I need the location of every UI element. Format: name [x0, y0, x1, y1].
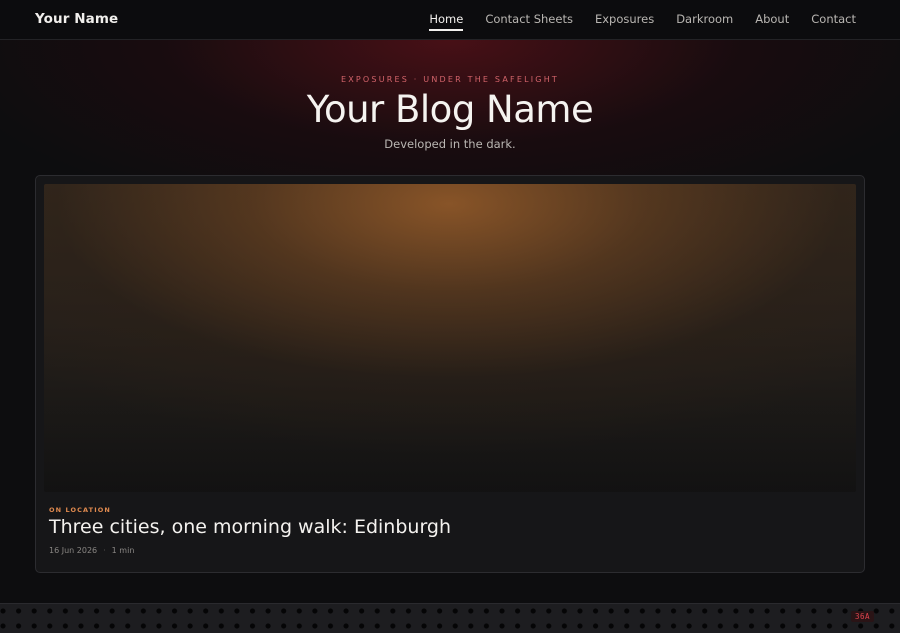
nav-item-contact[interactable]: Contact	[811, 12, 856, 26]
post-cover-image[interactable]	[44, 184, 856, 492]
site-brand[interactable]: Your Name	[35, 11, 118, 27]
frame-code-badge: 36A	[850, 611, 874, 622]
hero-eyebrow: EXPOSURES · UNDER THE SAFELIGHT	[340, 75, 560, 84]
film-perforations-top	[0, 608, 900, 614]
main-nav: Home Contact Sheets Exposures Darkroom A…	[407, 12, 856, 31]
post-date: 16 Jun 2026	[49, 546, 98, 555]
site-header: Your Name Home Contact Sheets Exposures …	[0, 0, 900, 40]
post-title[interactable]: Three cities, one morning walk: Edinburg…	[49, 516, 451, 538]
post-category[interactable]: ON LOCATION	[49, 506, 111, 514]
blog-title: Your Blog Name	[306, 88, 594, 131]
blog-tagline: Developed in the dark.	[384, 137, 516, 151]
nav-item-darkroom[interactable]: Darkroom	[676, 12, 733, 26]
film-perforations-bottom	[0, 623, 900, 629]
nav-item-about[interactable]: About	[755, 12, 789, 26]
meta-separator: ·	[103, 546, 106, 555]
page: Your Name Home Contact Sheets Exposures …	[0, 0, 900, 633]
post-read-time: 1 min	[111, 546, 135, 555]
featured-post-card[interactable]: ON LOCATION Three cities, one morning wa…	[35, 175, 865, 573]
nav-item-home[interactable]: Home	[429, 12, 463, 31]
film-strip-footer: 36A	[0, 603, 900, 633]
nav-item-contact-sheets[interactable]: Contact Sheets	[485, 12, 573, 26]
nav-item-exposures[interactable]: Exposures	[595, 12, 654, 26]
post-meta: 16 Jun 2026 · 1 min	[49, 546, 134, 555]
